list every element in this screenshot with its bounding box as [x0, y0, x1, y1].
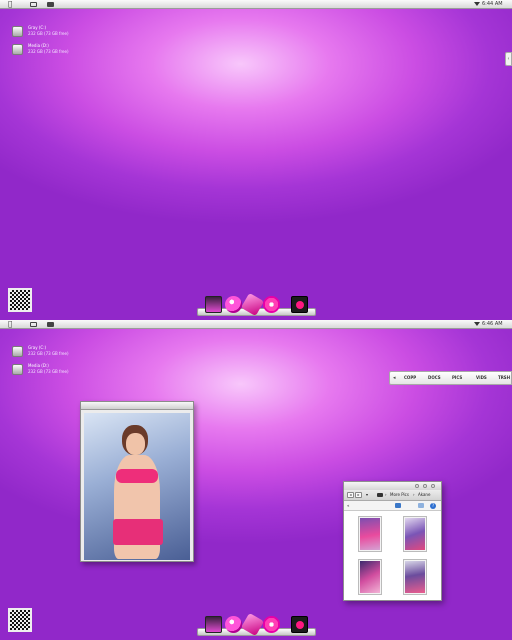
drive-size: 232 GB (73 GB free): [28, 369, 69, 374]
folder-icon: [377, 493, 383, 497]
zoom-button[interactable]: [423, 484, 427, 488]
view-options-icon[interactable]: [418, 503, 424, 508]
image-thumbnail[interactable]: [403, 516, 427, 552]
drive-name: Media (D:): [28, 43, 49, 48]
media-player-icon[interactable]: [205, 616, 222, 633]
hard-drive-icon: [12, 26, 23, 37]
menu-clock[interactable]: 6:44 AM: [482, 1, 503, 8]
sidebar-toggle-tab[interactable]: ‹: [505, 52, 512, 66]
hard-drive-icon: [12, 346, 23, 357]
minimize-button[interactable]: [415, 484, 419, 488]
close-button[interactable]: [431, 484, 435, 488]
tab-vids[interactable]: VIDS: [476, 375, 487, 381]
tab-trsh[interactable]: TRSH: [498, 375, 510, 381]
apple-menu-icon[interactable]: : [8, 1, 12, 8]
tab-docs[interactable]: DOCS: [428, 375, 441, 381]
finder-toolbar-secondary: « ?: [344, 501, 441, 511]
back-button[interactable]: ◂: [347, 492, 354, 498]
drive-size: 232 GB (73 GB free): [28, 351, 69, 356]
photobooth-icon[interactable]: [291, 616, 308, 633]
finder-toolbar: ◂ ▸ ▾ › More Pics › Akane: [344, 490, 441, 501]
path-separator: ›: [413, 492, 415, 497]
drive-c[interactable]: Gray (C:) 232 GB (73 GB free): [12, 345, 112, 359]
path-menu-arrow-icon[interactable]: ▾: [366, 492, 368, 498]
forward-button[interactable]: ▸: [355, 492, 362, 498]
finder-window[interactable]: ◂ ▸ ▾ › More Pics › Akane « ?: [343, 481, 442, 601]
image-thumbnail[interactable]: [358, 516, 382, 552]
breadcrumb-akane[interactable]: Akane: [418, 492, 430, 498]
photo-image: [84, 413, 190, 560]
tab-pics[interactable]: PICS: [452, 375, 462, 381]
image-thumbnail[interactable]: [358, 559, 382, 595]
action-icon[interactable]: [395, 503, 401, 508]
itunes-icon[interactable]: [225, 616, 242, 633]
apple-menu-icon[interactable]: : [8, 321, 12, 328]
desktop-screen-bottom:  6:46 AM Gray (C:) 232 GB (73 GB free) …: [0, 320, 512, 640]
dropdown-arrow-icon[interactable]: [474, 322, 480, 326]
drive-d[interactable]: Media (D:) 232 GB (73 GB free): [12, 43, 112, 57]
menu-bar:  6:44 AM: [0, 0, 512, 9]
image-thumbnail[interactable]: [403, 559, 427, 595]
window-title-bar[interactable]: [81, 402, 193, 410]
breadcrumb-more-pics[interactable]: More Pics: [390, 492, 409, 498]
drive-d[interactable]: Media (D:) 232 GB (73 GB free): [12, 363, 112, 377]
hard-drive-icon: [12, 364, 23, 375]
path-separator: ›: [385, 492, 387, 497]
menu-bar:  6:46 AM: [0, 320, 512, 329]
drawer-tab-bar: ◂ COPP DOCS PICS VIDS TRSH: [389, 371, 512, 385]
sidebar-toggle-icon[interactable]: «: [347, 503, 349, 509]
dvd-icon[interactable]: [263, 616, 280, 633]
photo-viewer-window[interactable]: [80, 401, 194, 562]
itunes-icon[interactable]: [225, 296, 242, 313]
drive-name: Gray (C:): [28, 345, 47, 350]
folder-menu-icon[interactable]: [30, 322, 37, 327]
drive-size: 232 GB (73 GB free): [28, 49, 69, 54]
qr-code-widget: [8, 288, 32, 312]
media-player-icon[interactable]: [205, 296, 222, 313]
window-menu-icon[interactable]: [47, 322, 54, 327]
drive-name: Media (D:): [28, 363, 49, 368]
tab-copp[interactable]: COPP: [404, 375, 416, 381]
photobooth-icon[interactable]: [291, 296, 308, 313]
drive-c[interactable]: Gray (C:) 232 GB (73 GB free): [12, 25, 112, 39]
window-title-bar[interactable]: [344, 482, 441, 490]
drive-name: Gray (C:): [28, 25, 47, 30]
help-icon[interactable]: ?: [430, 503, 436, 509]
dvd-icon[interactable]: [263, 296, 280, 313]
hard-drive-icon: [12, 44, 23, 55]
folder-menu-icon[interactable]: [30, 2, 37, 7]
qr-code-widget: [8, 608, 32, 632]
drawer-collapse-arrow-icon[interactable]: ◂: [393, 374, 396, 382]
window-menu-icon[interactable]: [47, 2, 54, 7]
drive-size: 232 GB (73 GB free): [28, 31, 69, 36]
menu-clock[interactable]: 6:46 AM: [482, 321, 503, 328]
desktop-screen-top:  6:44 AM Gray (C:) 232 GB (73 GB free) …: [0, 0, 512, 320]
dropdown-arrow-icon[interactable]: [474, 2, 480, 6]
